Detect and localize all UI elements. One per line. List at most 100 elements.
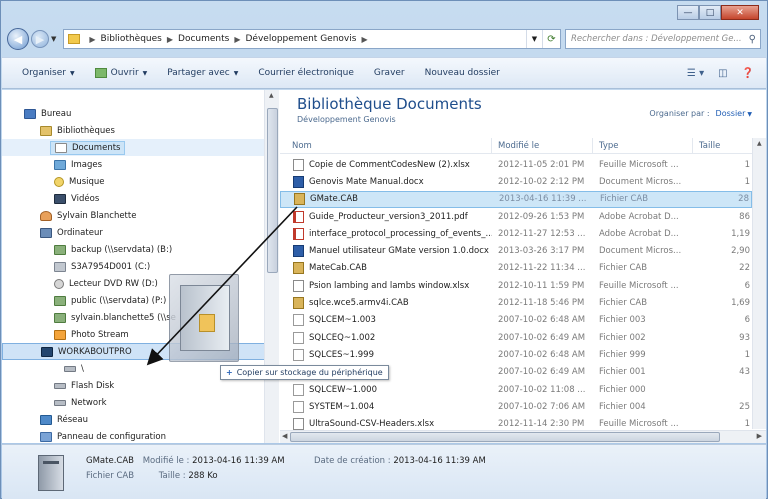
nav-scroll-thumb[interactable]	[267, 108, 278, 273]
explorer-window: — □ ✕ ◀ ▶ ▼ ▶ Bibliothèques ▶ Documents …	[0, 0, 768, 499]
search-input[interactable]: Rechercher dans : Développement Ge... ⚲	[565, 29, 761, 49]
scroll-up-icon[interactable]: ▲	[757, 140, 762, 147]
nav-item-images[interactable]: Images	[2, 156, 267, 173]
organize-label: Organiser	[22, 68, 66, 78]
recent-pages-dropdown[interactable]: ▼	[51, 35, 56, 43]
file-row[interactable]: Copie de CommentCodesNew (2).xlsx 2012-11…	[280, 156, 752, 173]
minimize-button[interactable]: —	[677, 5, 699, 20]
file-hscrollbar[interactable]: ◀ ▶	[280, 430, 766, 443]
file-name-cell[interactable]: UltraSound-CSV-Headers.xlsx	[280, 418, 492, 431]
organize-button[interactable]: Organiser ▼	[22, 68, 75, 78]
chevron-right-icon[interactable]: ▶	[89, 35, 95, 44]
nav-item-libraries[interactable]: Bibliothèques	[2, 122, 267, 139]
file-name: sqlce.wce5.armv4i.CAB	[309, 298, 409, 309]
nav-item-control-panel[interactable]: Panneau de configuration	[2, 428, 267, 443]
address-bar[interactable]: ▶ Bibliothèques ▶ Documents ▶ Développem…	[63, 29, 561, 49]
nav-item-documents[interactable]: Documents	[2, 139, 267, 156]
hscroll-thumb[interactable]	[290, 432, 720, 442]
file-name: MateCab.CAB	[309, 263, 367, 274]
file-name-cell[interactable]: sqlce.wce5.armv4i.CAB	[280, 297, 492, 310]
nav-item-network[interactable]: Réseau	[2, 411, 267, 428]
file-name-cell[interactable]: Copie de CommentCodesNew (2).xlsx	[280, 158, 492, 171]
file-size: 2,90	[731, 246, 750, 257]
forward-button[interactable]: ▶	[31, 30, 49, 48]
file-name-cell[interactable]: Manuel utilisateur GMate version 1.0.doc…	[280, 245, 492, 258]
nav-item-c-drive[interactable]: S3A7954D001 (C:)	[2, 258, 267, 275]
nav-item-network-folder[interactable]: Network	[2, 394, 267, 411]
nav-item-videos[interactable]: Vidéos	[2, 190, 267, 207]
file-row[interactable]: Psion lambing and lambs window.xlsx 2012-…	[280, 277, 752, 294]
file-name-cell[interactable]: SQLCES~1.999	[280, 348, 492, 361]
nav-label: Ordinateur	[57, 227, 103, 238]
back-button[interactable]: ◀	[7, 28, 29, 50]
file-row[interactable]: SQLCEM~1.003 2007-10-02 6:48 AM Fichier 00…	[280, 312, 752, 329]
address-dropdown-icon[interactable]: ▼	[526, 30, 542, 48]
network-drive-icon	[54, 244, 66, 255]
file-row[interactable]: SQLCEW~1.000 2007-10-02 11:08 ... Fichier …	[280, 381, 752, 398]
file-name-cell[interactable]: Genovis Mate Manual.docx	[280, 175, 492, 188]
file-row[interactable]: Genovis Mate Manual.docx 2012-10-02 2:12 …	[280, 173, 752, 190]
file-modified: 2013-03-26 3:17 PM	[498, 246, 585, 257]
file-name-cell[interactable]: SQLCEQ~1.002	[280, 331, 492, 344]
nav-item-computer[interactable]: Ordinateur	[2, 224, 267, 241]
column-type[interactable]: Type	[593, 138, 693, 153]
file-name-cell[interactable]: GMate.CAB	[281, 193, 493, 206]
nav-label: Bureau	[41, 108, 72, 119]
file-row[interactable]: Guide_Producteur_version3_2011.pdf 2012-0…	[280, 208, 752, 225]
breadcrumb-genovis[interactable]: Développement Genovis	[246, 34, 357, 44]
help-icon[interactable]: ❓	[742, 68, 754, 79]
nav-item-user[interactable]: Sylvain Blanchette	[2, 207, 267, 224]
file-row[interactable]: MateCab.CAB 2012-11-22 11:34 ... Fichier C…	[280, 260, 752, 277]
view-options-icon[interactable]: ☰ ▾	[687, 68, 704, 79]
file-name: Psion lambing and lambs window.xlsx	[309, 280, 470, 291]
new-folder-button[interactable]: Nouveau dossier	[425, 68, 500, 78]
nav-label: \	[81, 363, 84, 374]
file-name-cell[interactable]: SQLCEM~1.003	[280, 314, 492, 327]
preview-pane-icon[interactable]: ◫	[718, 68, 727, 79]
library-subtitle[interactable]: Développement Genovis	[297, 115, 396, 124]
open-button[interactable]: Ouvrir ▼	[94, 68, 147, 78]
nav-item-desktop[interactable]: Bureau	[2, 105, 267, 122]
file-row[interactable]: sqlce.wce5.armv4i.CAB 2012-11-18 5:46 PM F…	[280, 294, 752, 311]
file-vscrollbar[interactable]: ▲	[752, 138, 766, 429]
file-row[interactable]: Manuel utilisateur GMate version 1.0.doc…	[280, 242, 752, 259]
nav-scrollbar[interactable]: ▲	[264, 90, 279, 443]
breadcrumb-documents[interactable]: Documents	[178, 34, 229, 44]
chevron-down-icon[interactable]: ▼	[747, 111, 752, 118]
scroll-right-icon[interactable]: ▶	[757, 432, 762, 440]
file-name-cell[interactable]: Guide_Producteur_version3_2011.pdf	[280, 210, 492, 223]
close-button[interactable]: ✕	[721, 5, 759, 20]
nav-item-backup-drive[interactable]: backup (\\servdata) (B:)	[2, 241, 267, 258]
burn-button[interactable]: Graver	[374, 68, 405, 78]
maximize-button[interactable]: □	[699, 5, 721, 20]
chevron-right-icon[interactable]: ▶	[167, 35, 173, 44]
file-row[interactable]: SYSTEM~1.004 2007-10-02 7:06 AM Fichier 00…	[280, 398, 752, 415]
file-modified: 2012-10-11 1:59 PM	[498, 280, 585, 291]
chevron-right-icon[interactable]: ▶	[234, 35, 240, 44]
scroll-left-icon[interactable]: ◀	[282, 432, 287, 440]
share-button[interactable]: Partager avec ▼	[167, 68, 238, 78]
scroll-up-icon[interactable]: ▲	[269, 92, 274, 99]
file-row[interactable]: SQLCES~1.999 2007-10-02 6:48 AM Fichier 99…	[280, 346, 752, 363]
file-type: Fichier CAB	[599, 263, 648, 274]
file-type: Feuille Microsoft ...	[599, 419, 679, 430]
refresh-icon[interactable]: ⟳	[542, 30, 560, 48]
column-name[interactable]: Nom	[280, 138, 492, 153]
file-row[interactable]: SQLCEQ~1.002 2007-10-02 6:49 AM Fichier 00…	[280, 329, 752, 346]
column-modified[interactable]: Modifié le	[492, 138, 593, 153]
file-name-cell[interactable]: SYSTEM~1.004	[280, 400, 492, 413]
breadcrumb-libraries[interactable]: Bibliothèques	[101, 34, 162, 44]
file-row[interactable]: interface_protocol_processing_of_events_…	[280, 225, 752, 242]
file-name-cell[interactable]: Psion lambing and lambs window.xlsx	[280, 279, 492, 292]
chevron-right-icon[interactable]: ▶	[361, 35, 367, 44]
videos-icon	[54, 193, 66, 204]
file-name-cell[interactable]: interface_protocol_processing_of_events_…	[280, 227, 492, 240]
nav-item-music[interactable]: Musique	[2, 173, 267, 190]
file-type: Adobe Acrobat D...	[599, 228, 679, 239]
file-name-cell[interactable]: MateCab.CAB	[280, 262, 492, 275]
file-name-cell[interactable]: SQLCEW~1.000	[280, 383, 492, 396]
email-button[interactable]: Courrier électronique	[258, 68, 354, 78]
arrange-value[interactable]: Dossier	[716, 109, 746, 118]
search-icon[interactable]: ⚲	[749, 34, 756, 45]
file-row[interactable]: GMate.CAB 2013-04-16 11:39 ... Fichier CAB…	[280, 190, 752, 208]
